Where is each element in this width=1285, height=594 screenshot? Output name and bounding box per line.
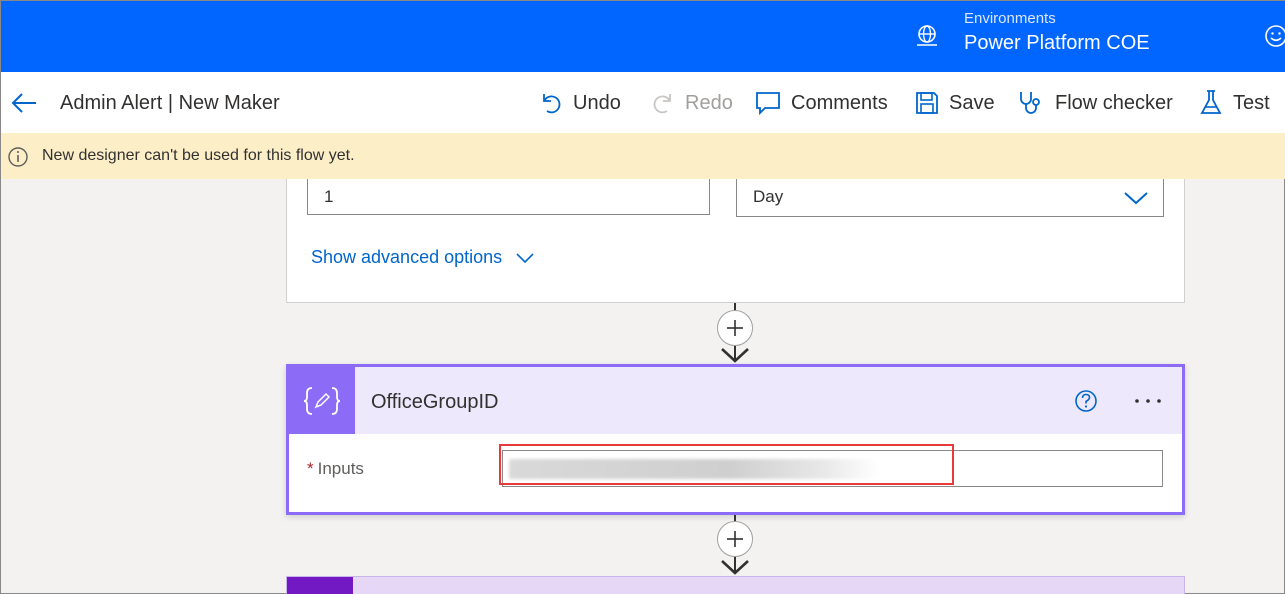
globe-icon[interactable] <box>914 23 940 49</box>
chevron-down-icon <box>516 252 534 263</box>
comment-icon <box>756 92 780 116</box>
back-arrow-icon[interactable] <box>9 88 39 118</box>
redacted-value <box>509 459 879 479</box>
test-label: Test <box>1233 91 1270 114</box>
redo-button[interactable]: Redo <box>651 86 733 120</box>
compose-title: OfficeGroupID <box>371 391 499 413</box>
flask-icon <box>1200 90 1222 114</box>
redo-label: Redo <box>685 91 733 114</box>
info-icon <box>8 147 28 167</box>
undo-button[interactable]: Undo <box>539 86 621 120</box>
compose-action-card: OfficeGroupID * Inputs <box>286 364 1185 515</box>
stethoscope-icon <box>1020 92 1040 114</box>
flow-checker-label: Flow checker <box>1055 91 1173 114</box>
banner-message: New designer can't be used for this flow… <box>42 147 355 164</box>
advanced-options-label: Show advanced options <box>311 247 503 267</box>
frequency-value: Day <box>753 187 784 206</box>
redo-icon <box>653 94 671 114</box>
inputs-label: * Inputs <box>307 459 364 479</box>
help-icon[interactable] <box>1074 389 1098 413</box>
command-bar: Admin Alert | New Maker Undo Redo Commen… <box>1 72 1285 133</box>
flow-title: Admin Alert | New Maker <box>60 92 280 114</box>
test-button[interactable]: Test <box>1199 86 1270 120</box>
inputs-label-text: Inputs <box>317 459 364 478</box>
inputs-field[interactable] <box>502 450 1163 487</box>
environment-name[interactable]: Power Platform COE <box>964 32 1150 55</box>
top-bar: Environments Power Platform COE <box>1 1 1285 72</box>
more-options-icon[interactable] <box>1131 391 1165 411</box>
next-action-card[interactable] <box>286 576 1185 594</box>
recurrence-card: 1 Day Show advanced options <box>286 179 1185 303</box>
frequency-select[interactable]: Day <box>736 179 1164 217</box>
undo-label: Undo <box>573 91 621 114</box>
feedback-smiley-icon[interactable] <box>1263 23 1285 49</box>
curly-braces-icon <box>303 386 341 415</box>
flow-checker-button[interactable]: Flow checker <box>1017 86 1173 120</box>
environment-label: Environments <box>964 10 1056 27</box>
comments-label: Comments <box>791 91 888 114</box>
compose-header[interactable]: OfficeGroupID <box>289 367 1182 434</box>
save-label: Save <box>949 91 995 114</box>
action-icon <box>287 577 353 594</box>
show-advanced-options-link[interactable]: Show advanced options <box>311 247 534 268</box>
undo-icon <box>543 94 561 114</box>
add-step-button[interactable] <box>717 310 753 346</box>
required-marker: * <box>307 459 314 478</box>
add-step-button[interactable] <box>717 521 753 557</box>
plus-icon <box>727 531 743 547</box>
compose-icon <box>289 367 355 434</box>
interval-input[interactable]: 1 <box>307 179 710 215</box>
comments-button[interactable]: Comments <box>755 86 888 120</box>
info-banner: New designer can't be used for this flow… <box>1 133 1285 179</box>
save-icon <box>916 92 938 114</box>
plus-icon <box>727 320 743 336</box>
save-button[interactable]: Save <box>915 86 995 120</box>
chevron-down-icon <box>1124 192 1148 205</box>
